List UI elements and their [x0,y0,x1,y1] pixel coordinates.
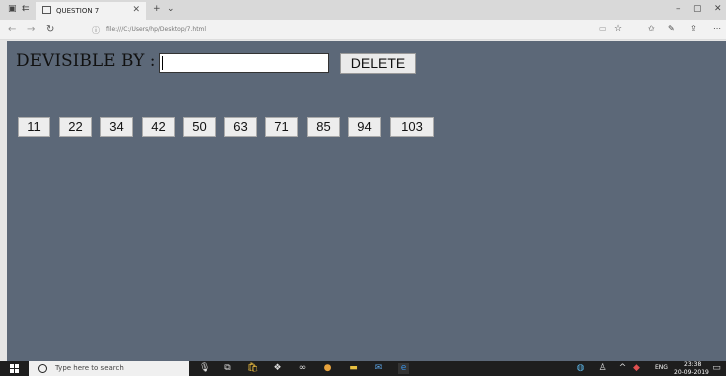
tab-list-chevron-icon[interactable]: ⌄ [167,4,175,14]
divisible-label: DEVISIBLE BY : [16,51,156,71]
tab-preview-icon[interactable]: ▣ [8,4,17,14]
delete-button[interactable]: DELETE [340,53,416,74]
task-view-icon[interactable]: ⧉ [222,363,233,374]
microphone-icon[interactable]: 🎙 [199,363,210,374]
more-icon[interactable]: ⋯ [713,24,721,33]
minimize-icon[interactable]: – [676,4,681,14]
clock-time[interactable]: 23:38 [684,361,701,368]
favorites-hub-icon[interactable]: ✩ [648,24,655,33]
tray-app-icon[interactable]: ◆ [631,363,642,374]
network-globe-icon[interactable]: ◍ [575,363,586,374]
windows-taskbar: Type here to search 🎙 ⧉ 🛍 ❖ ∞ ● ▬ ✉ e ◍ … [0,361,726,376]
number-button[interactable]: 11 [18,117,50,137]
address-bar-row: ← → ↻ ⓘ file:///C:/Users/hp/Desktop/7.ht… [0,20,726,40]
refresh-icon[interactable]: ↻ [46,24,54,35]
number-button[interactable]: 103 [390,117,434,137]
forward-icon[interactable]: → [27,24,35,35]
number-button[interactable]: 50 [183,117,216,137]
infinity-app-icon[interactable]: ∞ [297,363,308,374]
pen-icon[interactable]: ✎ [668,24,675,33]
number-button[interactable]: 63 [224,117,257,137]
cortana-icon [38,364,47,373]
number-button[interactable]: 94 [348,117,381,137]
back-icon[interactable]: ← [8,24,16,35]
number-button[interactable]: 71 [265,117,298,137]
language-indicator[interactable]: ENG [655,364,668,371]
info-icon[interactable]: ⓘ [92,25,100,36]
number-button[interactable]: 22 [59,117,92,137]
chrome-icon[interactable]: ● [322,363,333,374]
reading-view-icon[interactable]: ▭ [599,24,607,33]
close-tab-icon[interactable]: ✕ [132,5,140,15]
edge-icon[interactable]: e [398,363,409,374]
favorite-star-icon[interactable]: ☆ [614,24,622,34]
notification-icon[interactable]: ▭ [711,363,722,374]
mail-icon[interactable]: ✉ [373,363,384,374]
maximize-icon[interactable]: ▢ [693,4,702,14]
clock-date[interactable]: 20-09-2019 [674,369,709,376]
number-button[interactable]: 42 [142,117,175,137]
set-aside-tabs-icon[interactable]: ⇇ [22,4,30,14]
dropbox-icon[interactable]: ❖ [272,363,283,374]
page-content: DEVISIBLE BY : DELETE 11 22 34 42 50 63 … [7,41,726,361]
share-icon[interactable]: ⇪ [690,24,697,33]
store-icon[interactable]: 🛍 [247,363,258,374]
divisor-input[interactable] [159,53,329,73]
text-caret [162,56,163,70]
address-input[interactable]: file:///C:/Users/hp/Desktop/7.html [106,26,206,33]
number-button[interactable]: 85 [307,117,340,137]
taskbar-search-box[interactable]: Type here to search [29,361,189,376]
page-icon [42,6,51,14]
windows-start-icon[interactable] [10,364,20,373]
close-window-icon[interactable]: ✕ [714,4,722,14]
tab-title: QUESTION 7 [56,7,100,15]
tray-chevron-icon[interactable]: ^ [617,363,628,374]
new-tab-icon[interactable]: + [153,4,161,14]
file-explorer-icon[interactable]: ▬ [348,363,359,374]
browser-tab-bar: ▣ ⇇ QUESTION 7 ✕ + ⌄ – ▢ ✕ [0,0,726,20]
tab-question-7[interactable]: QUESTION 7 ✕ [36,2,146,20]
search-placeholder: Type here to search [55,364,124,372]
number-button[interactable]: 34 [100,117,133,137]
people-icon[interactable]: ♙ [597,363,608,374]
